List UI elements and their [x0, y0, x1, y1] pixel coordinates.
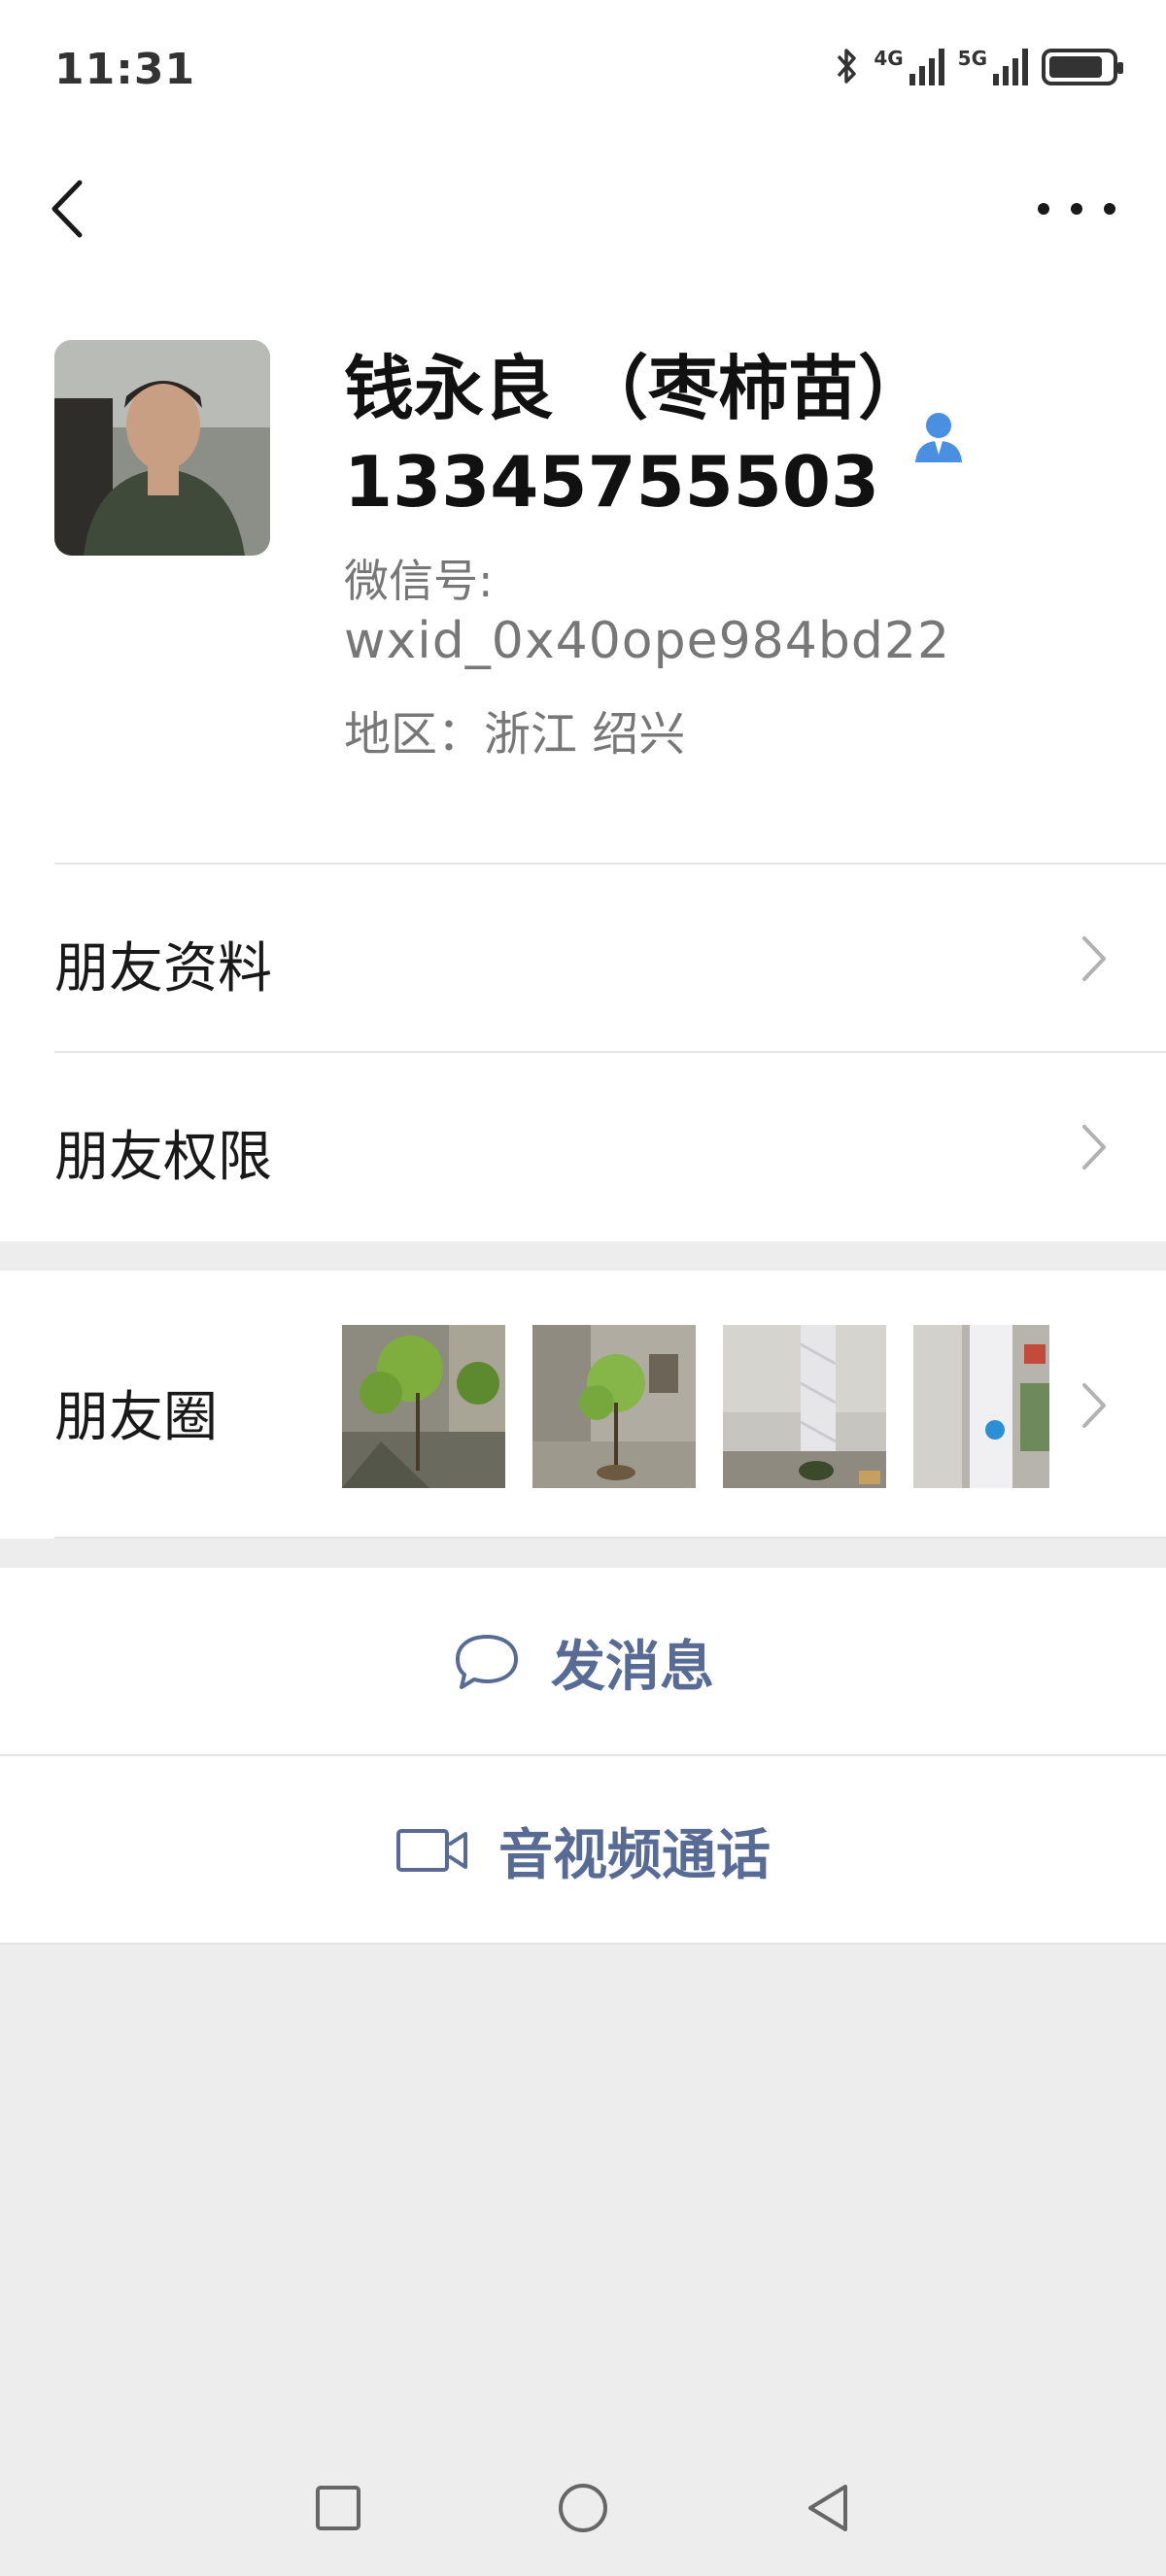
contact-name-line-2: 13345755503 [344, 441, 880, 523]
status-time: 11:31 [54, 45, 196, 94]
moments-thumbnail [913, 1325, 1049, 1488]
moments-thumbnail [532, 1325, 696, 1488]
send-message-button[interactable]: 发消息 [0, 1568, 1166, 1756]
moments-thumbnail [723, 1325, 886, 1488]
divider [0, 1943, 1166, 1945]
chat-bubble-icon [456, 1635, 518, 1689]
video-camera-icon [396, 1829, 467, 1872]
contact-person-icon [915, 413, 962, 462]
divider [54, 1537, 1166, 1539]
friend-permissions-label: 朋友权限 [54, 1126, 272, 1189]
more-dot [1038, 203, 1049, 215]
more-dot [1071, 203, 1082, 215]
signal-4g-icon: 4G [874, 47, 944, 85]
battery-icon [1042, 49, 1123, 85]
back-button[interactable] [47, 175, 115, 243]
wechat-id-value[interactable]: wxid_0x40ope984bd22 [344, 612, 950, 670]
chevron-right-icon [1082, 1125, 1106, 1169]
wechat-id-label: 微信号: [344, 555, 494, 607]
friend-permissions-cell[interactable]: 朋友权限 [0, 1053, 1166, 1241]
status-icons: 4G 5G [835, 47, 1123, 85]
region-text: 地区：浙江 绍兴 [344, 707, 686, 762]
video-call-label: 音视频通话 [498, 1823, 771, 1887]
avatar-photo [54, 340, 270, 556]
chevron-left-icon [51, 180, 83, 238]
video-call-button[interactable]: 音视频通话 [0, 1756, 1166, 1945]
contact-name: 钱永良 （枣柿苗） 13345755503 [344, 342, 929, 528]
moments-label: 朋友圈 [54, 1386, 218, 1449]
more-dot [1104, 203, 1115, 215]
system-nav-bar [0, 2457, 1166, 2576]
profile-header: 钱永良 （枣柿苗） 13345755503 微信号: wxid_0x40ope9… [0, 272, 1166, 864]
more-button[interactable] [1038, 185, 1115, 233]
friend-info-cell[interactable]: 朋友资料 [0, 864, 1166, 1053]
signal-5g-icon: 5G [958, 47, 1028, 85]
recent-apps-icon[interactable] [309, 2479, 367, 2537]
contact-name-line-1: 钱永良 （枣柿苗） [344, 348, 929, 429]
nav-bar [0, 146, 1166, 272]
moments-thumbnails [342, 1325, 1049, 1488]
status-bar: 11:31 4G 5G [0, 0, 1166, 146]
home-icon[interactable] [554, 2479, 612, 2537]
moments-cell[interactable]: 朋友圈 [0, 1271, 1166, 1539]
avatar[interactable] [54, 340, 270, 556]
chevron-right-icon [1082, 936, 1106, 981]
chevron-right-icon [1082, 1383, 1106, 1428]
back-triangle-icon[interactable] [801, 2479, 859, 2537]
friend-info-label: 朋友资料 [54, 937, 272, 1000]
send-message-label: 发消息 [551, 1635, 714, 1699]
moments-thumbnail [342, 1325, 505, 1488]
contact-profile-page: 11:31 4G 5G 钱永良 （枣柿苗） 13345755503 微信号: w… [0, 0, 1166, 2576]
bluetooth-icon [838, 49, 857, 84]
